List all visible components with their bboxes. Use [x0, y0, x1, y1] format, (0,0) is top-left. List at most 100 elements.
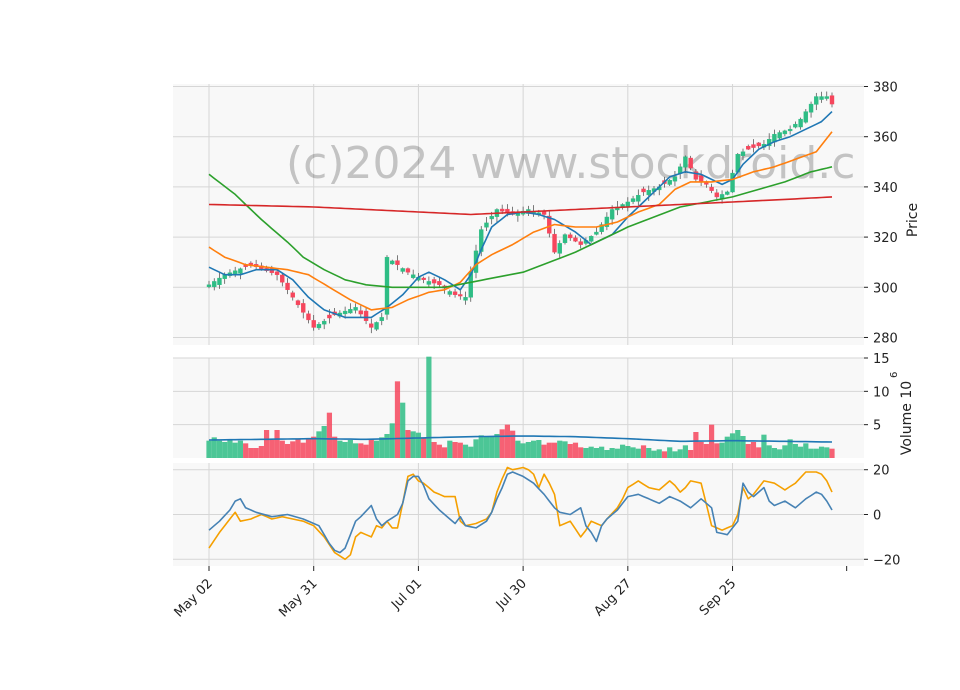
volume-bar [661, 451, 668, 458]
volume-bar [651, 450, 657, 458]
volume-bar [729, 433, 736, 458]
candle-body [793, 123, 798, 128]
volume-bar [269, 440, 275, 458]
candle-body [688, 157, 693, 169]
candle-body [321, 320, 327, 325]
x-tick-label: Aug 27 [591, 576, 634, 619]
candle-body [552, 233, 557, 253]
oscillator-panel: −20 0 20 [173, 463, 900, 568]
volume-bar [337, 440, 343, 458]
candle-body [562, 234, 568, 244]
candle-body [290, 292, 295, 298]
candle-body [342, 310, 348, 315]
candle-body [824, 96, 829, 99]
candle-body [646, 190, 651, 196]
candle-body [630, 198, 636, 202]
volume-bar [756, 447, 762, 458]
volume-ytick-label: 10 [873, 385, 890, 400]
candle-body [426, 281, 432, 285]
volume-bar [227, 439, 233, 458]
volume-bar [363, 444, 369, 458]
candle-body [238, 268, 243, 274]
volume-bar [232, 442, 238, 458]
volume-bar [688, 450, 694, 458]
candle-body [280, 274, 285, 283]
volume-bar [248, 448, 254, 458]
volume-bar [489, 436, 495, 458]
volume-bar [803, 443, 809, 458]
candle-body [573, 237, 578, 242]
candle-body [798, 118, 803, 128]
volume-axis-label: Volume 10 [899, 381, 915, 455]
price-ytick-label: 280 [873, 331, 898, 346]
volume-bar [332, 436, 338, 458]
candle-body [212, 281, 217, 288]
volume-bar [557, 440, 563, 458]
volume-axis-exponent: 6 [889, 372, 900, 378]
volume-bar [436, 444, 442, 458]
volume-bar [829, 448, 835, 458]
price-axis-label: Price [905, 203, 921, 237]
candle-body [808, 103, 814, 113]
volume-bar [426, 356, 432, 458]
volume-bar [808, 448, 814, 458]
candle-body [358, 310, 364, 315]
volume-bar [546, 442, 552, 458]
volume-bar [599, 446, 605, 458]
candle-body [484, 222, 489, 228]
volume-bar [431, 442, 437, 458]
volume-bar [358, 443, 364, 458]
volume-bar [222, 442, 228, 458]
candle-body [369, 323, 374, 328]
volume-bar [520, 443, 526, 458]
volume-bar [384, 434, 390, 458]
candle-body [379, 317, 384, 321]
candle-body [421, 277, 426, 280]
candle-body [746, 146, 751, 150]
candle-body [410, 274, 416, 278]
volume-bar [473, 439, 479, 458]
volume-bar [771, 448, 778, 458]
x-axis: May 02 May 31 Jul 01 Jul 30 Aug 27 Sep 25 [172, 566, 848, 620]
volume-bar [290, 441, 296, 458]
volume-bar [745, 444, 751, 458]
volume-bar [405, 430, 411, 458]
volume-bar [766, 445, 772, 458]
price-ytick-label: 300 [873, 281, 898, 296]
volume-bar [761, 434, 767, 458]
price-panel: 280300320340360380(c)2024 www.stockdroid… [173, 81, 921, 346]
volume-bar [818, 446, 825, 458]
candle-body [463, 297, 468, 301]
volume-bar [321, 426, 327, 458]
volume-bar [672, 451, 678, 458]
candle-body [217, 277, 222, 286]
volume-ytick-label: 5 [873, 419, 881, 434]
volume-bar [625, 446, 631, 458]
volume-bar [206, 440, 212, 458]
candle-body [672, 176, 678, 182]
price-ytick-label: 320 [873, 231, 898, 246]
volume-bar [499, 429, 505, 458]
volume-bar [316, 431, 322, 458]
candle-body [594, 231, 599, 235]
candle-body [489, 215, 494, 220]
volume-bar [525, 442, 531, 458]
volume-bar [394, 381, 401, 458]
volume-bar [562, 441, 568, 458]
x-tick-label: Jul 01 [388, 576, 425, 613]
candle-body [311, 320, 316, 328]
volume-bar [677, 449, 683, 458]
volume-bar [698, 442, 704, 458]
volume-bar [373, 440, 380, 458]
candle-body [641, 188, 646, 193]
volume-bar [530, 440, 537, 458]
volume-bar [813, 448, 819, 458]
volume-bar [263, 430, 270, 458]
volume-bar [447, 440, 453, 458]
volume-bar [719, 442, 725, 458]
candle-body [782, 130, 788, 135]
volume-bar [646, 448, 652, 458]
volume-bar [588, 446, 594, 458]
candle-body [814, 96, 819, 105]
volume-bar [237, 440, 244, 458]
